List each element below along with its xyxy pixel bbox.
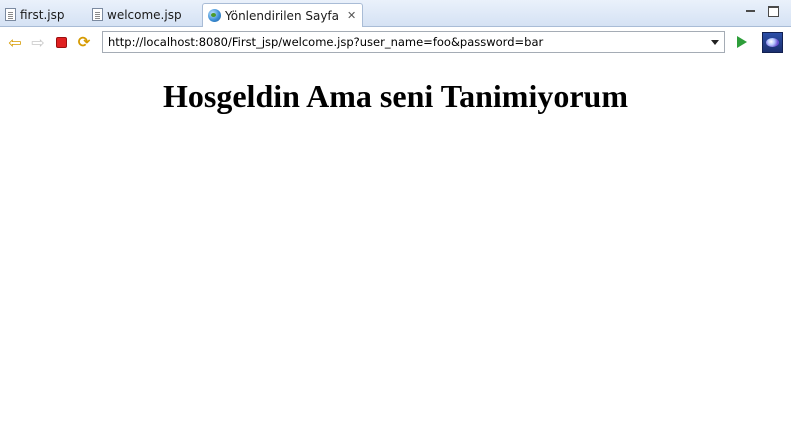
tab-welcome-jsp[interactable]: welcome.jsp: [92, 3, 182, 26]
address-bar: [102, 31, 725, 53]
go-arrow-icon[interactable]: [733, 33, 751, 51]
refresh-icon[interactable]: ⟳: [75, 33, 93, 51]
page-heading: Hosgeldin Ama seni Tanimiyorum: [163, 78, 628, 114]
globe-icon: [208, 9, 221, 22]
editor-tab-bar: first.jsp welcome.jsp Yönlendirilen Sayf…: [0, 0, 791, 27]
tab-label: welcome.jsp: [107, 7, 182, 22]
jsp-file-icon: [5, 8, 16, 21]
close-tab-icon[interactable]: ✕: [347, 9, 356, 22]
tab-label: Yönlendirilen Sayfa: [225, 8, 340, 23]
maximize-icon[interactable]: [768, 6, 779, 17]
chevron-down-icon[interactable]: [708, 36, 722, 48]
page-content: Hosgeldin Ama seni Tanimiyorum: [0, 58, 791, 425]
forward-arrow-icon[interactable]: ⇨: [29, 33, 47, 52]
browser-toolbar: ⇦ ⇨ ⟳: [0, 27, 791, 58]
jsp-file-icon: [92, 8, 103, 21]
tab-first-jsp[interactable]: first.jsp: [5, 3, 64, 26]
eclipse-icon[interactable]: [762, 32, 783, 53]
back-arrow-icon[interactable]: ⇦: [6, 33, 24, 52]
minimize-icon[interactable]: [745, 6, 756, 17]
tab-yonlendirilen-sayfa[interactable]: Yönlendirilen Sayfa ✕: [202, 3, 364, 27]
tab-label: first.jsp: [20, 7, 65, 22]
url-input[interactable]: [103, 32, 707, 52]
stop-icon[interactable]: [52, 33, 70, 51]
